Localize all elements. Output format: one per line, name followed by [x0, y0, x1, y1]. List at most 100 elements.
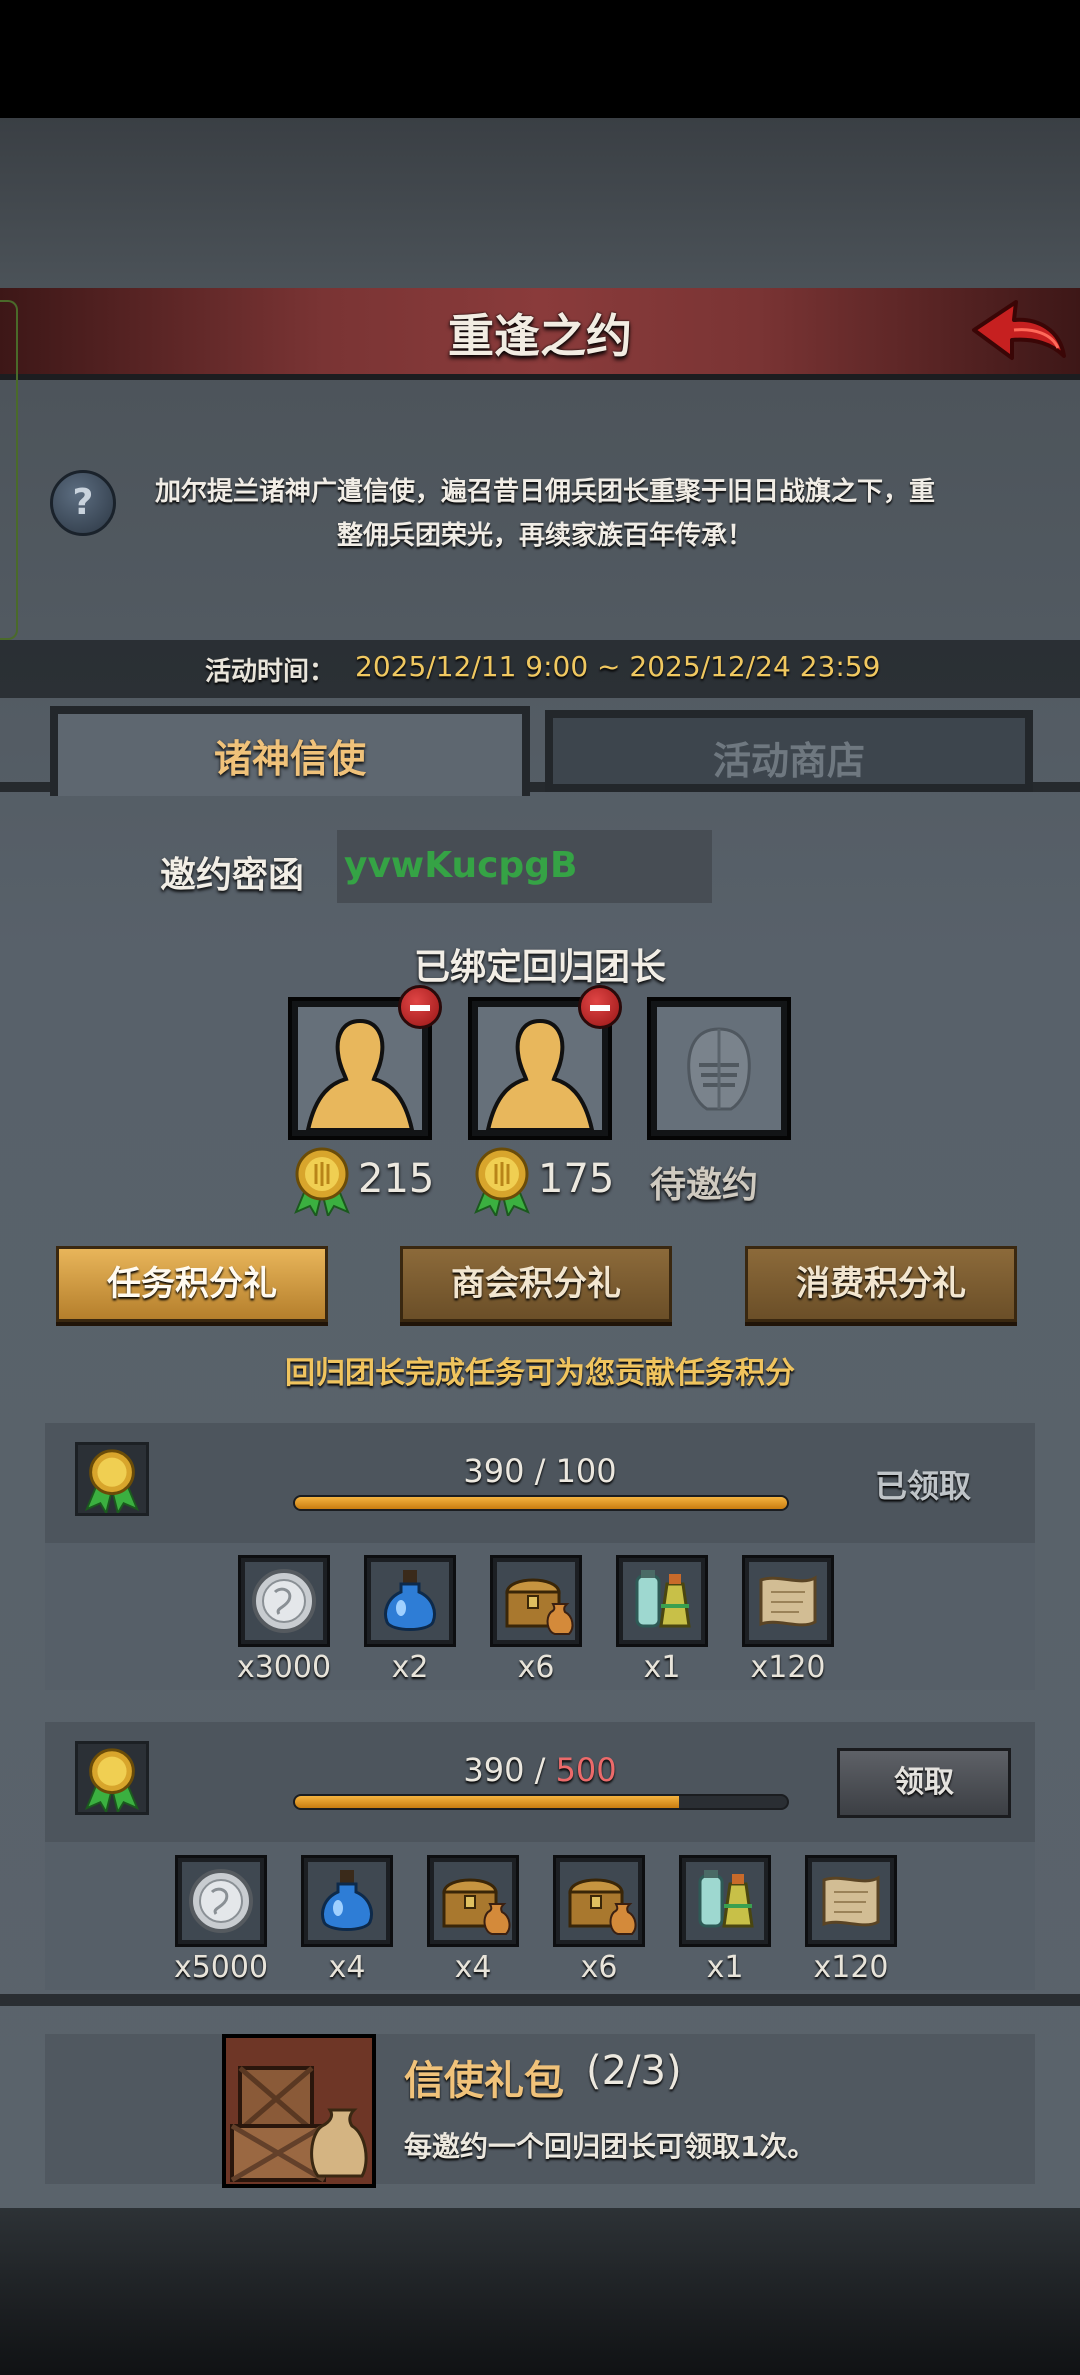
- event-time-value: 2025/12/11 9:00 ~ 2025/12/24 23:59: [355, 650, 881, 683]
- reward-item-quantity: x1: [643, 1650, 681, 1685]
- page-title: 重逢之约: [448, 309, 632, 363]
- reward-item-frame: [497, 1562, 575, 1640]
- reward-item[interactable]: [238, 1555, 330, 1647]
- reward-item-quantity: x6: [517, 1650, 555, 1685]
- bound-leaders-title: 已绑定回归团长: [413, 947, 666, 988]
- messenger-pack-image[interactable]: [222, 2034, 376, 2188]
- treasure-chest-icon: [505, 1578, 574, 1635]
- pack-count: (2/3): [586, 2048, 682, 2094]
- reward-item[interactable]: [805, 1855, 897, 1947]
- blue-potion-icon: [321, 1870, 373, 1931]
- tab-messenger-label: 诸神信使: [213, 737, 366, 781]
- event-time-label: 活动时间：: [205, 657, 336, 687]
- reward-item-quantity: x2: [391, 1650, 429, 1685]
- treasure-chest-icon: [568, 1878, 637, 1935]
- pack-description: 每邀约一个回归团长可领取1次。: [404, 2130, 816, 2163]
- medal-icon: [294, 1147, 350, 1216]
- category-spending-points-button[interactable]: 消费积分礼: [745, 1246, 1017, 1322]
- reward-item-quantity: x120: [750, 1650, 826, 1685]
- reward-item-quantity: x120: [813, 1950, 889, 1985]
- reward-item-frame: [308, 1862, 386, 1940]
- avatar: [478, 1007, 602, 1132]
- tier-1-claimed-label: 已领取: [875, 1467, 972, 1505]
- reward-item[interactable]: [301, 1855, 393, 1947]
- points-hint: 回归团长完成任务可为您贡献任务积分: [285, 1356, 795, 1391]
- invite-code-value: yvwKucpgB: [344, 845, 578, 886]
- reward-item-quantity: x4: [454, 1950, 492, 1985]
- elixir-bottles-icon: [635, 1570, 691, 1628]
- reward-item-quantity: x3000: [236, 1650, 332, 1685]
- silhouette-icon: [305, 1018, 415, 1132]
- side-drawer-edge[interactable]: [0, 300, 18, 640]
- remove-leader-2-button[interactable]: [578, 985, 622, 1029]
- reward-item[interactable]: [175, 1855, 267, 1947]
- reward-item[interactable]: [679, 1855, 771, 1947]
- reward-item-frame: [686, 1862, 764, 1940]
- back-arrow-icon: [972, 300, 1066, 360]
- treasure-chest-icon: [442, 1878, 511, 1935]
- silver-coin-icon: [189, 1869, 253, 1933]
- reward-item[interactable]: [742, 1555, 834, 1647]
- medal-icon-box: [75, 1741, 149, 1815]
- knight-helmet-icon: [687, 1027, 751, 1111]
- event-description: 加尔提兰诸神广遣信使，遍召昔日佣兵团长重聚于旧日战旗之下，重 整佣兵团荣光，再续…: [130, 470, 960, 558]
- reward-item[interactable]: [427, 1855, 519, 1947]
- empty-slot: [657, 1007, 781, 1130]
- pack-title: 信使礼包: [404, 2058, 564, 2104]
- leader-1-score: 215: [358, 1156, 435, 1202]
- reward-item-quantity: x5000: [173, 1950, 269, 1985]
- invite-code-label: 邀约密函: [160, 855, 305, 896]
- medal-icon: [84, 1748, 140, 1815]
- progress-fill: [295, 1796, 679, 1808]
- tier-2-progress-bar: [293, 1794, 789, 1810]
- section-divider: [0, 1994, 1080, 2006]
- reward-item-frame: [812, 1862, 890, 1940]
- pending-invite-label: 待邀约: [650, 1165, 759, 1206]
- tier-2-claim-button[interactable]: 领取: [837, 1748, 1011, 1818]
- target-points: 500: [555, 1751, 617, 1789]
- reward-item-frame: [623, 1562, 701, 1640]
- reward-item[interactable]: [553, 1855, 645, 1947]
- scroll-icon: [822, 1875, 880, 1927]
- silhouette-icon: [485, 1018, 595, 1132]
- leader-slot-3[interactable]: [647, 997, 791, 1140]
- leader-2-score: 175: [538, 1156, 615, 1202]
- medal-icon: [84, 1449, 140, 1516]
- blue-potion-icon: [384, 1570, 436, 1631]
- crates-and-sack-icon: [226, 2038, 372, 2184]
- reward-item-frame: [245, 1562, 323, 1640]
- elixir-bottles-icon: [698, 1870, 754, 1928]
- silver-coin-icon: [252, 1569, 316, 1633]
- reward-item[interactable]: [490, 1555, 582, 1647]
- description-line-2: 整佣兵团荣光，再续家族百年传承！: [336, 521, 753, 551]
- tier-1-progress-bar: [293, 1495, 789, 1511]
- separator: /: [524, 1751, 556, 1789]
- reward-item-frame: [182, 1862, 260, 1940]
- reward-item[interactable]: [616, 1555, 708, 1647]
- progress-fill: [295, 1497, 787, 1509]
- medal-icon: [474, 1147, 530, 1216]
- bottom-shade: [0, 2208, 1080, 2375]
- category-task-points-button[interactable]: 任务积分礼: [56, 1246, 328, 1322]
- reward-item-frame: [371, 1562, 449, 1640]
- reward-item-quantity: x1: [706, 1950, 744, 1985]
- back-button[interactable]: [968, 290, 1070, 374]
- separator: /: [524, 1452, 556, 1490]
- reward-item-quantity: x6: [580, 1950, 618, 1985]
- remove-leader-1-button[interactable]: [398, 985, 442, 1029]
- reward-item-frame: [434, 1862, 512, 1940]
- tier-1-progress-text: 390 / 100: [290, 1452, 790, 1490]
- reward-item-frame: [560, 1862, 638, 1940]
- scroll-icon: [759, 1575, 817, 1627]
- tab-event-shop-label: 活动商店: [712, 739, 865, 783]
- reward-item-quantity: x4: [328, 1950, 366, 1985]
- help-icon[interactable]: ?: [50, 470, 116, 536]
- reward-item-frame: [749, 1562, 827, 1640]
- description-line-1: 加尔提兰诸神广遣信使，遍召昔日佣兵团长重聚于旧日战旗之下，重: [154, 477, 935, 507]
- reward-item[interactable]: [364, 1555, 456, 1647]
- current-points: 390: [463, 1751, 525, 1789]
- medal-icon-box: [75, 1442, 149, 1516]
- current-points: 390: [463, 1452, 525, 1490]
- tier-2-progress-text: 390 / 500: [290, 1751, 790, 1789]
- category-guild-points-button[interactable]: 商会积分礼: [400, 1246, 672, 1322]
